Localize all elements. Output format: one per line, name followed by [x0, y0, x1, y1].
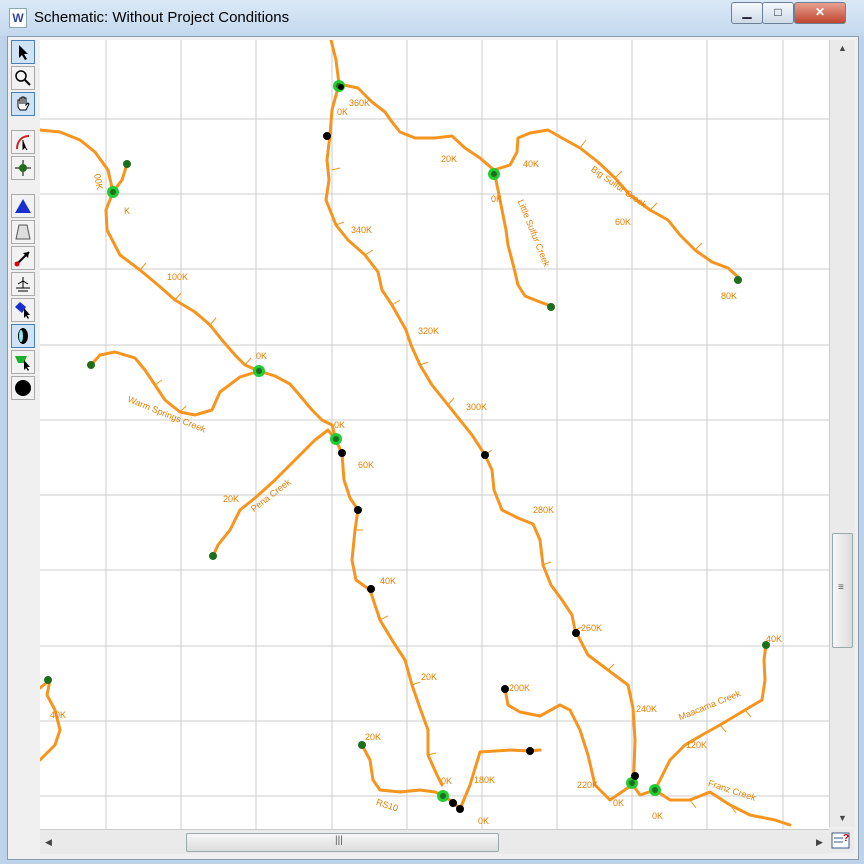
vertical-scroll-thumb[interactable]: ≡ [832, 533, 853, 648]
warm-springs-creek[interactable] [89, 350, 261, 417]
station-label: 40K [380, 576, 397, 586]
station-label: 40K [50, 710, 67, 720]
blue-select-icon[interactable] [11, 298, 35, 322]
station-label: 280K [533, 505, 555, 515]
pan-hand-icon[interactable] [11, 92, 35, 116]
triangle-node-icon[interactable] [11, 194, 35, 218]
close-button[interactable]: ✕ [794, 2, 846, 24]
scroll-up-icon[interactable]: ▲ [830, 40, 855, 57]
station-label: 0K [337, 107, 349, 117]
left-upper-river[interactable] [40, 128, 338, 442]
station-label: 220K [577, 780, 599, 790]
station-label: 0K [441, 776, 453, 786]
maacama-creek[interactable] [653, 643, 768, 792]
station-label: 0K [334, 420, 346, 430]
station-label: 300K [466, 402, 488, 412]
station-label: 60K [615, 217, 632, 227]
station-label: 40K [523, 159, 540, 169]
station-label: 60K [358, 460, 375, 470]
green-select-icon[interactable] [11, 350, 35, 374]
scroll-down-icon[interactable]: ▼ [830, 810, 855, 827]
station-label: 20K [223, 494, 240, 504]
scroll-left-icon[interactable]: ◀ [40, 830, 57, 854]
svg-text:?: ? [843, 833, 849, 844]
help-icon: ? [831, 832, 850, 849]
station-label: 120K [686, 740, 708, 750]
station-label: 0K [491, 194, 503, 204]
station-label: 20K [441, 154, 458, 164]
main-river[interactable] [324, 40, 637, 787]
middle-river[interactable] [334, 438, 444, 787]
junction-nodes[interactable] [107, 80, 661, 802]
grid [40, 40, 829, 829]
station-label: 100K [167, 272, 189, 282]
select-arrow-icon[interactable] [11, 40, 35, 64]
station-label: 360K [349, 98, 371, 108]
diversion-arrow-icon[interactable] [11, 246, 35, 270]
structure-icon[interactable] [11, 272, 35, 296]
junction-tool-icon[interactable] [11, 156, 35, 180]
station-label: 340K [351, 225, 373, 235]
stream-tool-icon[interactable] [11, 130, 35, 154]
big-sulfur-creek[interactable] [492, 128, 740, 279]
corner-button[interactable]: ? [829, 829, 854, 853]
grip-icon: ≡ [838, 582, 844, 593]
grip-icon: ||| [335, 835, 343, 846]
scroll-right-icon[interactable]: ▶ [811, 830, 828, 854]
station-label: 0K [478, 816, 490, 826]
little-sulfur-creek[interactable] [492, 168, 553, 308]
zoom-icon[interactable] [11, 66, 35, 90]
station-label: 200K [509, 683, 531, 693]
minimize-button[interactable]: ▁ [731, 2, 763, 24]
schematic-canvas[interactable]: 360K 0K 20K 40K 0K Big Sulfur Creek 60K … [40, 40, 829, 829]
station-label: 240K [636, 704, 658, 714]
vertical-scrollbar[interactable]: ▲ ≡ ▼ [829, 40, 855, 827]
station-label: 80K [721, 291, 738, 301]
station-label: 40K [766, 634, 783, 644]
reservoir-trapezoid-icon[interactable] [11, 220, 35, 244]
black-circle-icon[interactable] [11, 376, 35, 400]
horizontal-scroll-thumb[interactable]: ||| [186, 833, 499, 852]
station-label: 320K [418, 326, 440, 336]
station-label: 260K [581, 623, 603, 633]
station-label: 180K [474, 775, 496, 785]
station-label: 0K [256, 351, 268, 361]
window-title: Schematic: Without Project Conditions [34, 9, 290, 26]
ellipse-tool-icon[interactable] [11, 324, 35, 348]
horizontal-scrollbar[interactable]: ◀ ||| ▶ [40, 829, 829, 854]
station-label: 20K [365, 732, 382, 742]
app-icon: W [9, 8, 27, 28]
title-bar: W Schematic: Without Project Conditions … [0, 0, 864, 36]
station-label: 0K [652, 811, 664, 821]
maximize-button[interactable]: □ [762, 2, 794, 24]
station-label: 20K [421, 672, 438, 682]
station-label: 0K [613, 798, 625, 808]
station-label: K [124, 206, 131, 216]
tool-palette [8, 37, 40, 829]
